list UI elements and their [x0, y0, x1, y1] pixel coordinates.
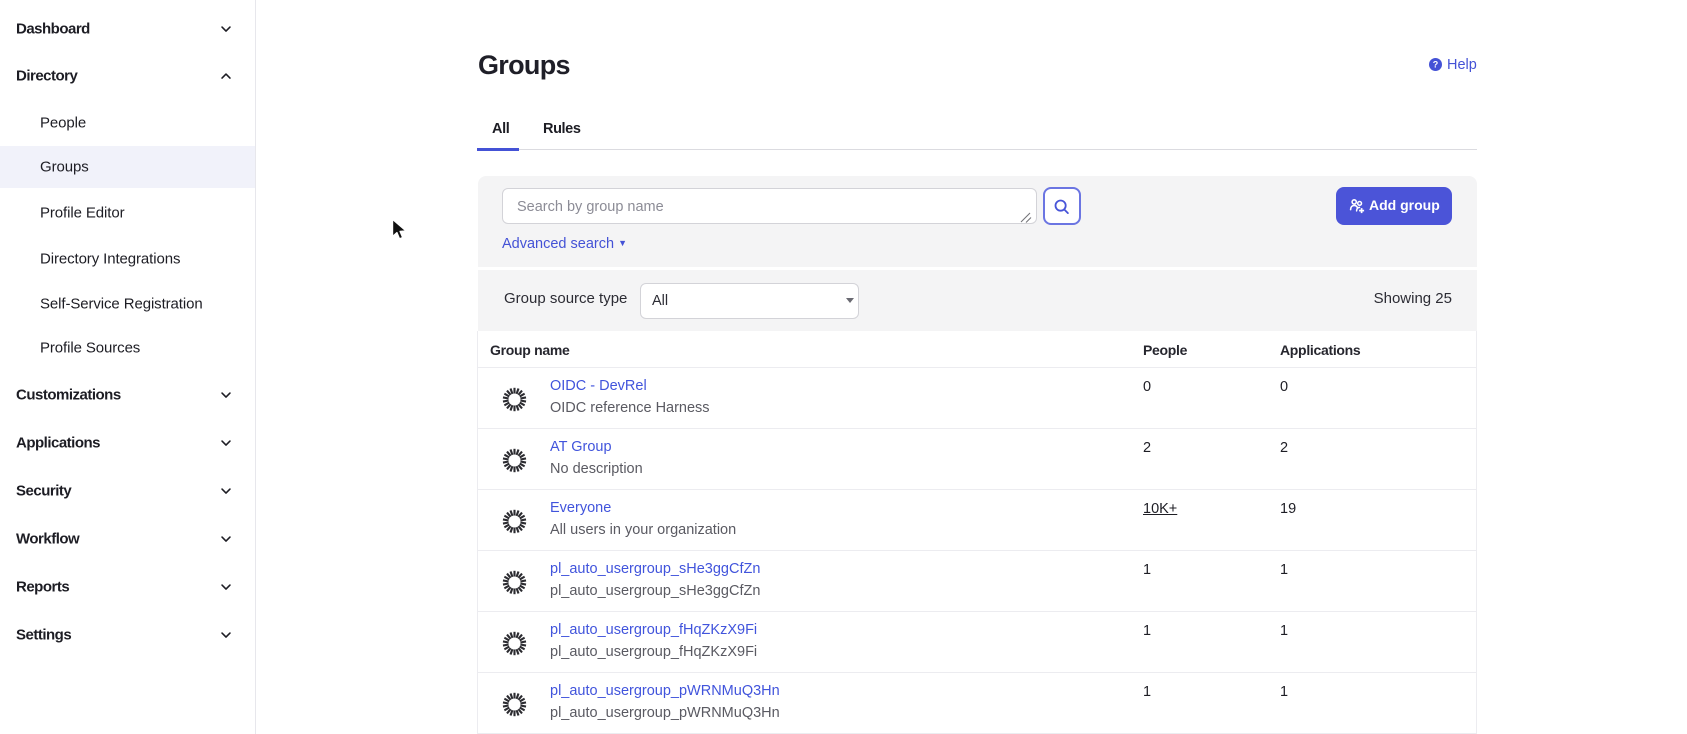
svg-text:?: ?: [1433, 60, 1439, 70]
